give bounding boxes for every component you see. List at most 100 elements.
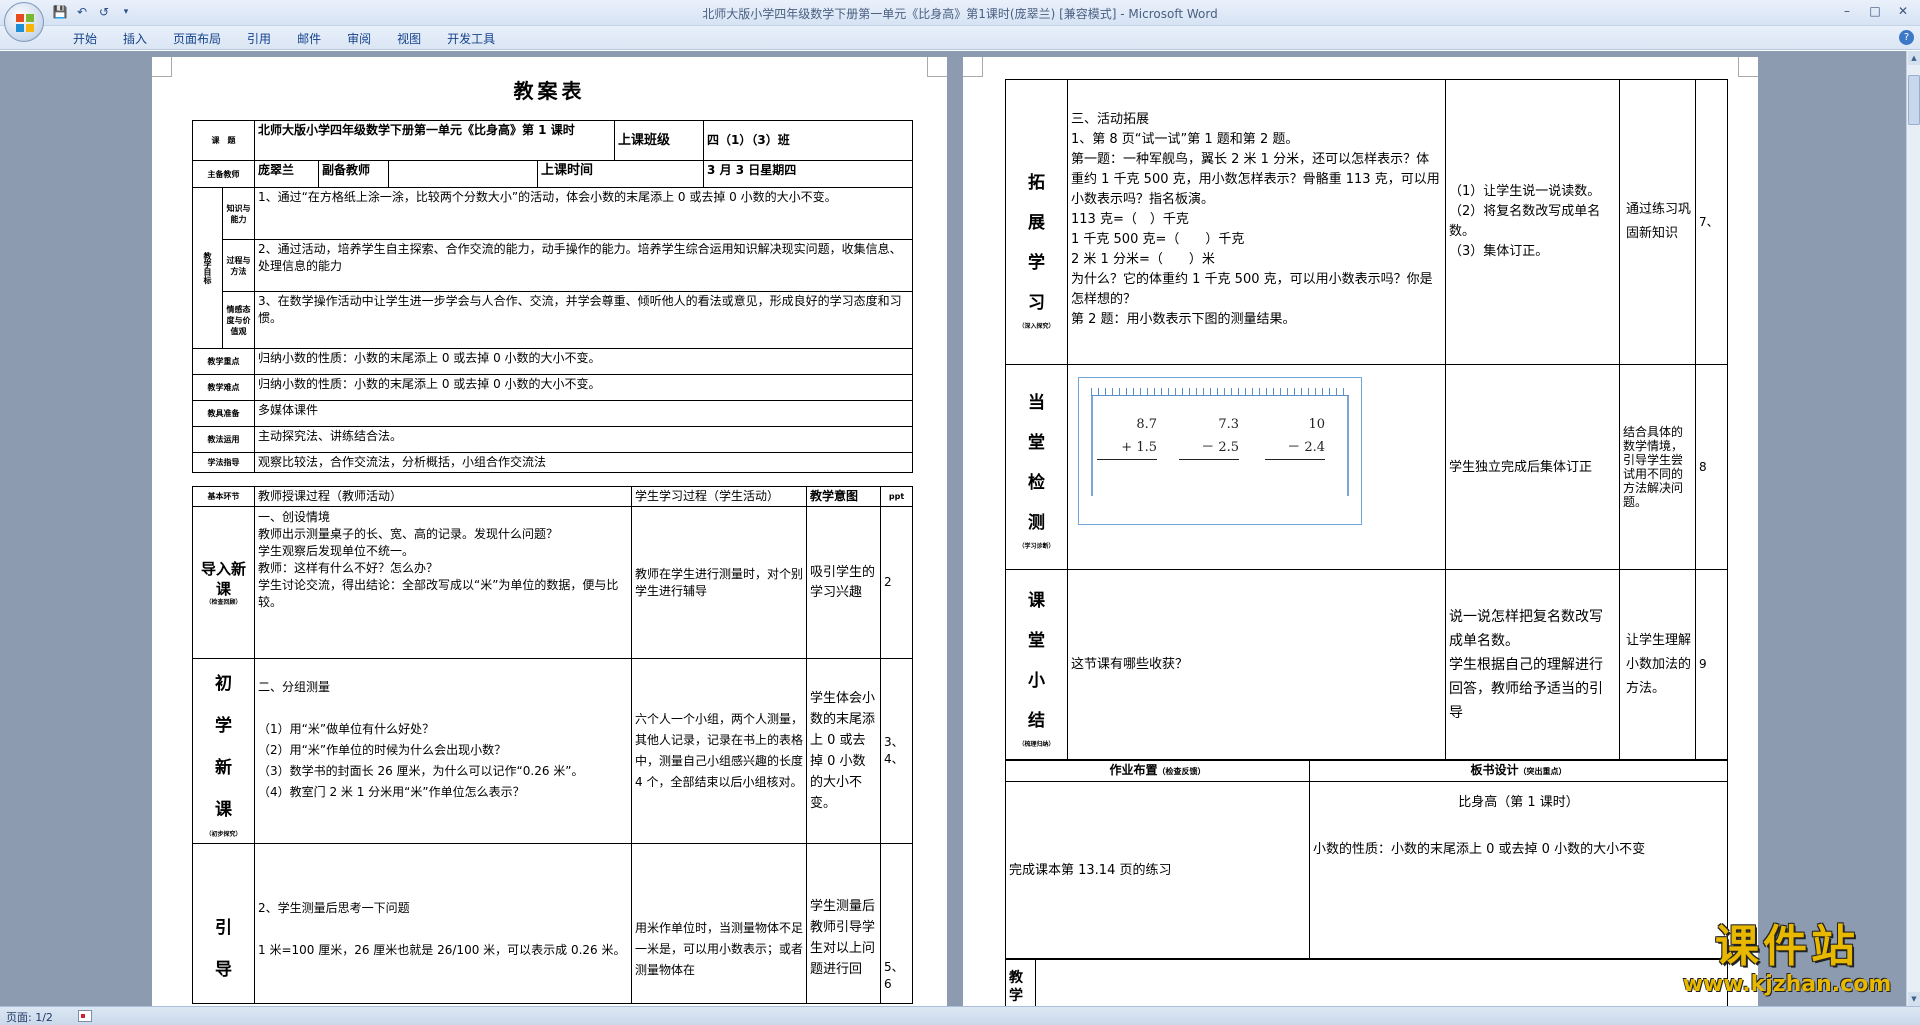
scroll-down-icon[interactable]: ▼ <box>1908 992 1920 1006</box>
study-text: 观察比较法，合作交流法，分析概括，小组合作交流法 <box>253 452 914 473</box>
problem-3-bottom: － 2.4 <box>1287 440 1325 455</box>
coteacher-value <box>388 160 538 188</box>
stage2-label: 初学新课 （初步探究） <box>192 658 255 844</box>
check-label: 当堂检测 （学习诊断） <box>1005 364 1068 570</box>
summary-content: 这节课有哪些收获？ <box>1067 569 1446 760</box>
bottom-label: 教学 <box>1005 958 1036 1006</box>
extend-label: 拓展学习 （深入探究） <box>1005 79 1068 365</box>
homework-content: 完成课本第 13.14 页的练习 <box>1005 781 1310 960</box>
prep-text: 多媒体课件 <box>253 400 914 427</box>
board-content: 比身高（第 1 课时） 小数的性质：小数的末尾添上 0 或去掉 0 小数的大小不… <box>1309 781 1728 960</box>
problem-1: 8.7 + 1.5 <box>1097 416 1157 460</box>
problem-2: 7.3 － 2.5 <box>1179 416 1239 460</box>
scroll-up-icon[interactable]: ▲ <box>1908 51 1920 65</box>
check-title: 当堂检测 <box>1028 393 1045 533</box>
check-intent: 结合具体的数学情境，引导学生尝试用不同的方法解决问题。 <box>1619 364 1696 570</box>
summary-sub: （梳理归纳） <box>1018 740 1055 748</box>
lesson-table-5: 教学 <box>1005 958 1728 1006</box>
time-value: 3 月 3 日星期四 <box>703 160 914 188</box>
class-value: 四（1）（3）班 <box>703 120 914 161</box>
status-bar: 页面: 1/2 <box>0 1006 1920 1025</box>
method-text: 主动探究法、讲练结合法。 <box>253 426 914 453</box>
extend-title: 拓展学习 <box>1028 173 1045 313</box>
teacher-value: 庞翠兰 <box>254 160 319 188</box>
check-image-cell: 8.7 + 1.5 7.3 － 2.5 10 － 2.4 <box>1067 364 1446 570</box>
tab-view[interactable]: 视图 <box>384 29 434 48</box>
vertical-scrollbar[interactable]: ▲ ▼ <box>1906 51 1920 1006</box>
stage2-intent: 学生体会小数的末尾添上 0 或去掉 0 小数的大小不变。 <box>806 658 881 844</box>
key-text: 归纳小数的性质：小数的末尾添上 0 或去掉 0 小数的大小不变。 <box>253 348 914 375</box>
lesson-plan-title: 教案表 <box>513 79 586 103</box>
summary-title: 课堂小结 <box>1028 590 1045 731</box>
problem-3-top: 10 <box>1308 417 1325 432</box>
homework-title: 作业布置 <box>1109 763 1158 777</box>
tab-developer[interactable]: 开发工具 <box>434 29 508 48</box>
summary-ppt: 9 <box>1695 569 1728 760</box>
board-title: 板书设计 <box>1470 763 1519 777</box>
stage2-sub: （初步探究） <box>205 831 242 838</box>
office-button[interactable] <box>4 2 44 42</box>
stage1-sub: （检查回顾） <box>205 598 242 606</box>
method-label: 教法运用 <box>192 426 255 453</box>
stage3-ppt: 5、6 <box>880 843 913 1004</box>
stage1-ppt: 2 <box>880 506 913 659</box>
problem-3: 10 － 2.4 <box>1265 416 1325 460</box>
watermark-title: 课件站 <box>1715 921 1859 972</box>
tab-references[interactable]: 引用 <box>234 29 284 48</box>
goal3-label: 情感态度与价值观 <box>222 291 255 349</box>
maximize-icon[interactable]: □ <box>1862 2 1888 20</box>
goal-label: 教学目标 <box>192 187 223 349</box>
window-title: 北师大版小学四年级数学下册第一单元《比身高》第1课时(庞翠兰) [兼容模式] -… <box>702 7 1218 21</box>
difficulty-label: 教学难点 <box>192 374 255 401</box>
summary-intent: 让学生理解小数加法的方法。 <box>1619 569 1696 760</box>
extend-content: 三、活动拓展 1、第 8 页“试一试”第 1 题和第 2 题。 第一题：一种军舰… <box>1067 79 1446 365</box>
stage3-teacher: 2、学生测量后思考一下问题 1 米=100 厘米，26 厘米也就是 26/100… <box>254 843 632 1004</box>
extend-ppt: 7、 <box>1695 79 1728 365</box>
tab-home[interactable]: 开始 <box>60 29 110 48</box>
board-sub: （突出重点） <box>1518 767 1567 776</box>
word-window: 💾 ↶ ↺ ▾ 北师大版小学四年级数学下册第一单元《比身高》第1课时(庞翠兰) … <box>0 0 1920 1025</box>
problem-2-top: 7.3 <box>1218 417 1239 432</box>
study-label: 学法指导 <box>192 452 255 473</box>
key-label: 教学重点 <box>192 348 255 375</box>
teacher-label: 主备教师 <box>192 160 255 188</box>
goal3-text: 3、在数学操作活动中让学生进一步学会与人合作、交流，并学会尊重、倾听他人的看法或… <box>253 291 914 349</box>
minimize-icon[interactable]: – <box>1834 2 1860 20</box>
summary-label: 课堂小结 （梳理归纳） <box>1005 569 1068 760</box>
close-icon[interactable]: ✕ <box>1890 2 1916 20</box>
proofing-icon[interactable] <box>78 1010 92 1022</box>
problem-2-bottom: － 2.5 <box>1201 440 1239 455</box>
goal1-text: 1、通过“在方格纸上涂一涂，比较两个分数大小”的活动，体会小数的末尾添上 0 或… <box>253 187 914 240</box>
stage-header: 基本环节 <box>192 486 255 507</box>
homework-sub: （检查反馈） <box>1157 767 1206 776</box>
board-body-text: 小数的性质：小数的末尾添上 0 或去掉 0 小数的大小不变 <box>1313 842 1646 857</box>
scroll-thumb[interactable] <box>1908 75 1920 125</box>
stage2-teacher: 二、分组测量 （1）用“米”做单位有什么好处？ （2）用“米”作单位的时候为什么… <box>254 658 632 844</box>
help-icon[interactable]: ? <box>1899 30 1914 45</box>
ruler-edge <box>1091 388 1349 396</box>
measurement-image: 8.7 + 1.5 7.3 － 2.5 10 － 2.4 <box>1078 377 1362 525</box>
tab-insert[interactable]: 插入 <box>110 29 160 48</box>
stage1-teacher: 一、创设情境 教师出示测量桌子的长、宽、高的记录。发现什么问题？ 学生观察后发现… <box>254 506 632 659</box>
ribbon-tab-list: 开始 插入 页面布局 引用 邮件 审阅 视图 开发工具 <box>60 29 508 48</box>
extend-intent: 通过练习巩固新知识 <box>1619 79 1696 365</box>
page-1: 教案表 课 题 北师大版小学四年级数学下册第一单元《比身高》第 1 课时 上课班… <box>152 57 947 1006</box>
window-controls: – □ ✕ <box>1834 2 1916 20</box>
check-sub: （学习诊断） <box>1018 543 1055 550</box>
tab-page-layout[interactable]: 页面布局 <box>160 29 234 48</box>
lesson-table-4: 作业布置（检查反馈） 板书设计（突出重点） 完成课本第 13.14 页的练习 比… <box>1005 760 1728 960</box>
title-bar: 💾 ↶ ↺ ▾ 北师大版小学四年级数学下册第一单元《比身高》第1课时(庞翠兰) … <box>0 0 1920 26</box>
extend-sub: （深入探究） <box>1018 323 1055 330</box>
tab-review[interactable]: 审阅 <box>334 29 384 48</box>
tab-mailings[interactable]: 邮件 <box>284 29 334 48</box>
topic-value: 北师大版小学四年级数学下册第一单元《比身高》第 1 课时 <box>253 120 616 161</box>
stage2-title: 初学新课 <box>215 674 232 820</box>
prep-label: 教具准备 <box>192 400 255 427</box>
stage3-title: 引导 <box>215 917 232 980</box>
board-title-text: 比身高（第 1 课时） <box>1458 795 1579 810</box>
stage3-intent: 学生测量后教师引导学生对以上问题进行回 <box>806 843 881 1004</box>
stage1-student: 教师在学生进行测量时，对个别学生进行辅导 <box>631 506 807 659</box>
intent-header: 教学意图 <box>806 486 881 507</box>
watermark-url: www.kjzhan.com <box>1682 972 1892 997</box>
page-count[interactable]: 页面: 1/2 <box>6 1009 53 1025</box>
